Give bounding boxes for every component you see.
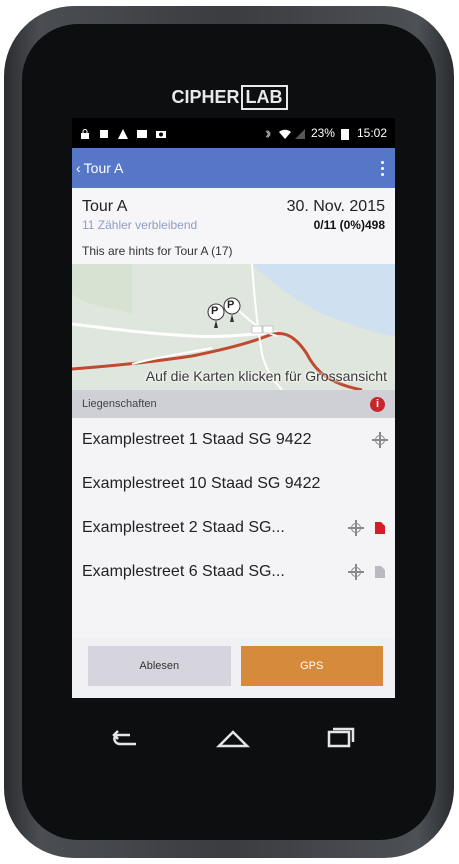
list-item[interactable]: Examplestreet 1 Staad SG 9422 bbox=[72, 418, 395, 462]
location-target-icon bbox=[348, 564, 364, 580]
brand-text-cipher: CIPHER bbox=[171, 87, 240, 107]
list-item-label: Examplestreet 1 Staad SG 9422 bbox=[82, 431, 312, 448]
location-target-icon bbox=[348, 520, 364, 536]
action-bar: Ablesen GPS bbox=[72, 638, 395, 698]
app-bar: ‹ Tour A bbox=[72, 148, 395, 188]
back-nav-icon[interactable] bbox=[106, 724, 146, 754]
image-icon bbox=[137, 128, 147, 138]
list-item[interactable]: Examplestreet 10 Staad SG 9422 bbox=[72, 462, 395, 506]
tour-hints: This are hints for Tour A (17) bbox=[82, 244, 233, 258]
list-item-label: Examplestreet 6 Staad SG... bbox=[82, 563, 285, 580]
brand-text-lab: LAB bbox=[240, 85, 288, 110]
battery-percent: 23% bbox=[310, 126, 335, 140]
overflow-menu-icon[interactable] bbox=[377, 160, 387, 176]
camera-icon bbox=[156, 128, 166, 138]
system-nav-bar bbox=[72, 708, 395, 770]
home-nav-icon[interactable] bbox=[213, 724, 253, 754]
alert-icon[interactable]: i bbox=[370, 396, 385, 412]
tour-date: 30. Nov. 2015 bbox=[286, 198, 385, 215]
property-list: Examplestreet 1 Staad SG 9422 Examplestr… bbox=[72, 418, 395, 594]
status-bar: 23% 15:02 bbox=[72, 118, 395, 148]
map-marker-1[interactable]: P bbox=[211, 305, 218, 317]
screen: 23% 15:02 ‹ Tour A Tour A 30. Nov. 2015 … bbox=[72, 118, 395, 698]
location-target-icon bbox=[372, 432, 388, 448]
ablesen-button[interactable]: Ablesen bbox=[88, 646, 231, 686]
signal-icon bbox=[294, 128, 305, 139]
document-gray-icon bbox=[375, 566, 385, 578]
tour-header: Tour A 30. Nov. 2015 11 Zähler verbleibe… bbox=[72, 188, 395, 264]
list-item-label: Examplestreet 2 Staad SG... bbox=[82, 519, 285, 536]
back-button[interactable]: ‹ Tour A bbox=[76, 160, 123, 176]
document-red-icon bbox=[375, 522, 385, 534]
tour-title: Tour A bbox=[82, 198, 128, 215]
remaining-count: 11 Zähler verbleibend bbox=[82, 218, 198, 232]
section-header-properties: Liegenschaften i bbox=[72, 390, 395, 418]
list-item[interactable]: Examplestreet 6 Staad SG... bbox=[72, 550, 395, 594]
battery-icon bbox=[340, 128, 351, 140]
map-view[interactable]: P P Auf die Karten klicken für Grossansi… bbox=[72, 264, 395, 390]
map-marker-2[interactable]: P bbox=[227, 299, 234, 311]
warning-icon bbox=[118, 128, 128, 139]
back-label: Tour A bbox=[83, 160, 124, 176]
wifi-icon bbox=[278, 128, 291, 139]
alert-icon-glyph: i bbox=[375, 398, 380, 410]
recents-nav-icon[interactable] bbox=[321, 724, 361, 754]
gps-button[interactable]: GPS bbox=[240, 646, 383, 686]
chevron-left-icon: ‹ bbox=[76, 160, 81, 176]
brand-logo: CIPHER LAB bbox=[0, 85, 459, 110]
list-item[interactable]: Examplestreet 2 Staad SG... bbox=[72, 506, 395, 550]
bluetooth-icon bbox=[263, 128, 273, 139]
map-caption: Auf die Karten klicken für Grossansicht bbox=[145, 368, 387, 384]
list-item-label: Examplestreet 10 Staad SG 9422 bbox=[82, 475, 321, 492]
progress-count: 0/11 (0%)498 bbox=[313, 218, 385, 232]
sync-icon bbox=[99, 128, 109, 138]
section-title: Liegenschaften bbox=[82, 398, 157, 410]
clock: 15:02 bbox=[356, 126, 387, 140]
lock-icon bbox=[80, 128, 90, 139]
